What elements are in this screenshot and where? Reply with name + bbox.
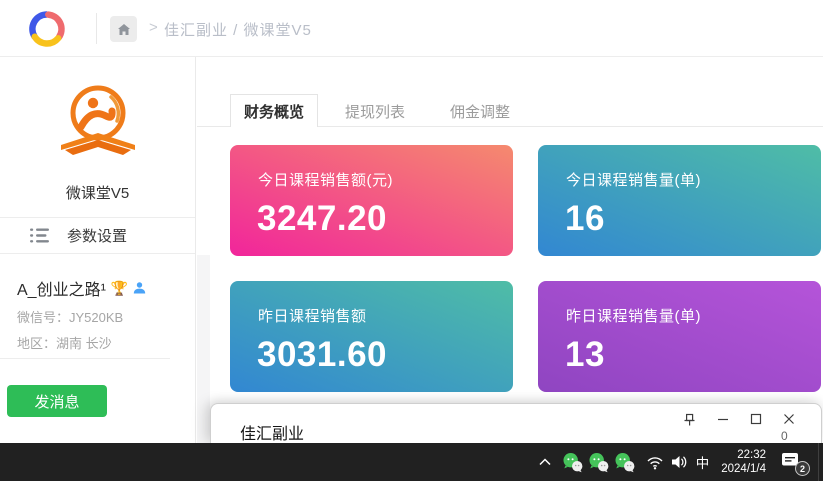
sidebar-divider xyxy=(0,358,170,359)
user-region: 地区：湖南 长沙 xyxy=(17,333,187,352)
maximize-icon[interactable] xyxy=(745,408,767,430)
screen: > 佳汇副业 / 微课堂V5 微课堂V5 参数设置 A_创业之路¹ 🏆 xyxy=(0,0,823,481)
popup-window-title: 佳汇副业 xyxy=(240,420,304,444)
hidden-icons-chevron-icon[interactable] xyxy=(538,457,552,467)
taskbar-date: 2024/1/4 xyxy=(721,462,766,476)
volume-icon[interactable] xyxy=(671,454,688,470)
home-icon xyxy=(117,23,131,36)
app-logo-icon xyxy=(24,6,70,52)
notification-center-icon[interactable]: 2 xyxy=(780,451,806,473)
wechat-icon[interactable] xyxy=(614,452,635,473)
popup-window: 佳汇副业 0 xyxy=(210,403,822,443)
stat-label: 今日课程销售量(单) xyxy=(566,169,701,190)
tab-withdrawal-list[interactable]: 提现列表 xyxy=(345,101,405,122)
taskbar: 中 22:32 2024/1/4 2 xyxy=(0,443,823,481)
region-label: 地区： xyxy=(17,336,56,351)
stat-value: 3031.60 xyxy=(257,335,387,375)
stat-value: 13 xyxy=(565,335,605,375)
tab-finance-overview[interactable]: 财务概览 xyxy=(230,94,318,127)
user-profile: A_创业之路¹ 🏆 微信号：JY520KB 地区：湖南 长沙 xyxy=(17,276,187,352)
sidebar: 微课堂V5 参数设置 A_创业之路¹ 🏆 微信号：JY520KB xyxy=(0,57,196,443)
settings-list-icon xyxy=(30,228,49,243)
taskbar-clock[interactable]: 22:32 2024/1/4 xyxy=(721,448,766,476)
send-message-button[interactable]: 发消息 xyxy=(7,385,107,417)
pin-icon[interactable] xyxy=(678,408,700,430)
sidebar-app-title: 微课堂V5 xyxy=(0,182,195,203)
region-value: 湖南 长沙 xyxy=(56,336,112,351)
wechat-id-label: 微信号： xyxy=(17,310,69,325)
stat-label: 昨日课程销售量(单) xyxy=(566,305,701,326)
popup-count-indicator: 0 xyxy=(781,429,788,443)
breadcrumb-chevron-icon: > xyxy=(149,19,158,36)
stat-value: 3247.20 xyxy=(257,199,387,239)
wifi-icon[interactable] xyxy=(646,454,664,470)
stat-card-yesterday-sales-count: 昨日课程销售量(单) 13 xyxy=(538,281,821,392)
wechat-id-value: JY520KB xyxy=(69,310,123,325)
home-button[interactable] xyxy=(110,16,137,42)
wechat-icon[interactable] xyxy=(562,452,583,473)
show-desktop-separator[interactable] xyxy=(818,443,819,481)
user-wechat-id: 微信号：JY520KB xyxy=(17,307,187,326)
app-header: > 佳汇副业 / 微课堂V5 xyxy=(0,0,823,57)
user-name: A_创业之路¹ xyxy=(17,276,106,300)
stat-card-yesterday-sales-amount: 昨日课程销售额 3031.60 xyxy=(230,281,513,392)
stat-value: 16 xyxy=(565,199,605,239)
member-person-icon[interactable] xyxy=(133,282,146,294)
close-icon[interactable] xyxy=(778,408,800,430)
stat-card-today-sales-amount: 今日课程销售额(元) 3247.20 xyxy=(230,145,513,256)
course-app-logo-icon xyxy=(53,83,143,159)
content-gutter xyxy=(197,255,210,443)
notification-badge: 2 xyxy=(795,461,810,476)
stat-label: 今日课程销售额(元) xyxy=(258,169,393,190)
sidebar-item-settings[interactable]: 参数设置 xyxy=(0,217,195,254)
stat-card-today-sales-count: 今日课程销售量(单) 16 xyxy=(538,145,821,256)
breadcrumb[interactable]: 佳汇副业 / 微课堂V5 xyxy=(164,19,312,40)
tab-commission-adjust[interactable]: 佣金调整 xyxy=(450,101,510,122)
sidebar-item-label: 参数设置 xyxy=(67,225,127,246)
wechat-icon[interactable] xyxy=(588,452,609,473)
trophy-icon: 🏆 xyxy=(111,281,128,295)
header-divider xyxy=(96,13,97,44)
taskbar-time: 22:32 xyxy=(721,448,766,462)
minimize-icon[interactable] xyxy=(712,408,734,430)
stat-label: 昨日课程销售额 xyxy=(258,305,367,326)
ime-indicator[interactable]: 中 xyxy=(696,452,710,472)
